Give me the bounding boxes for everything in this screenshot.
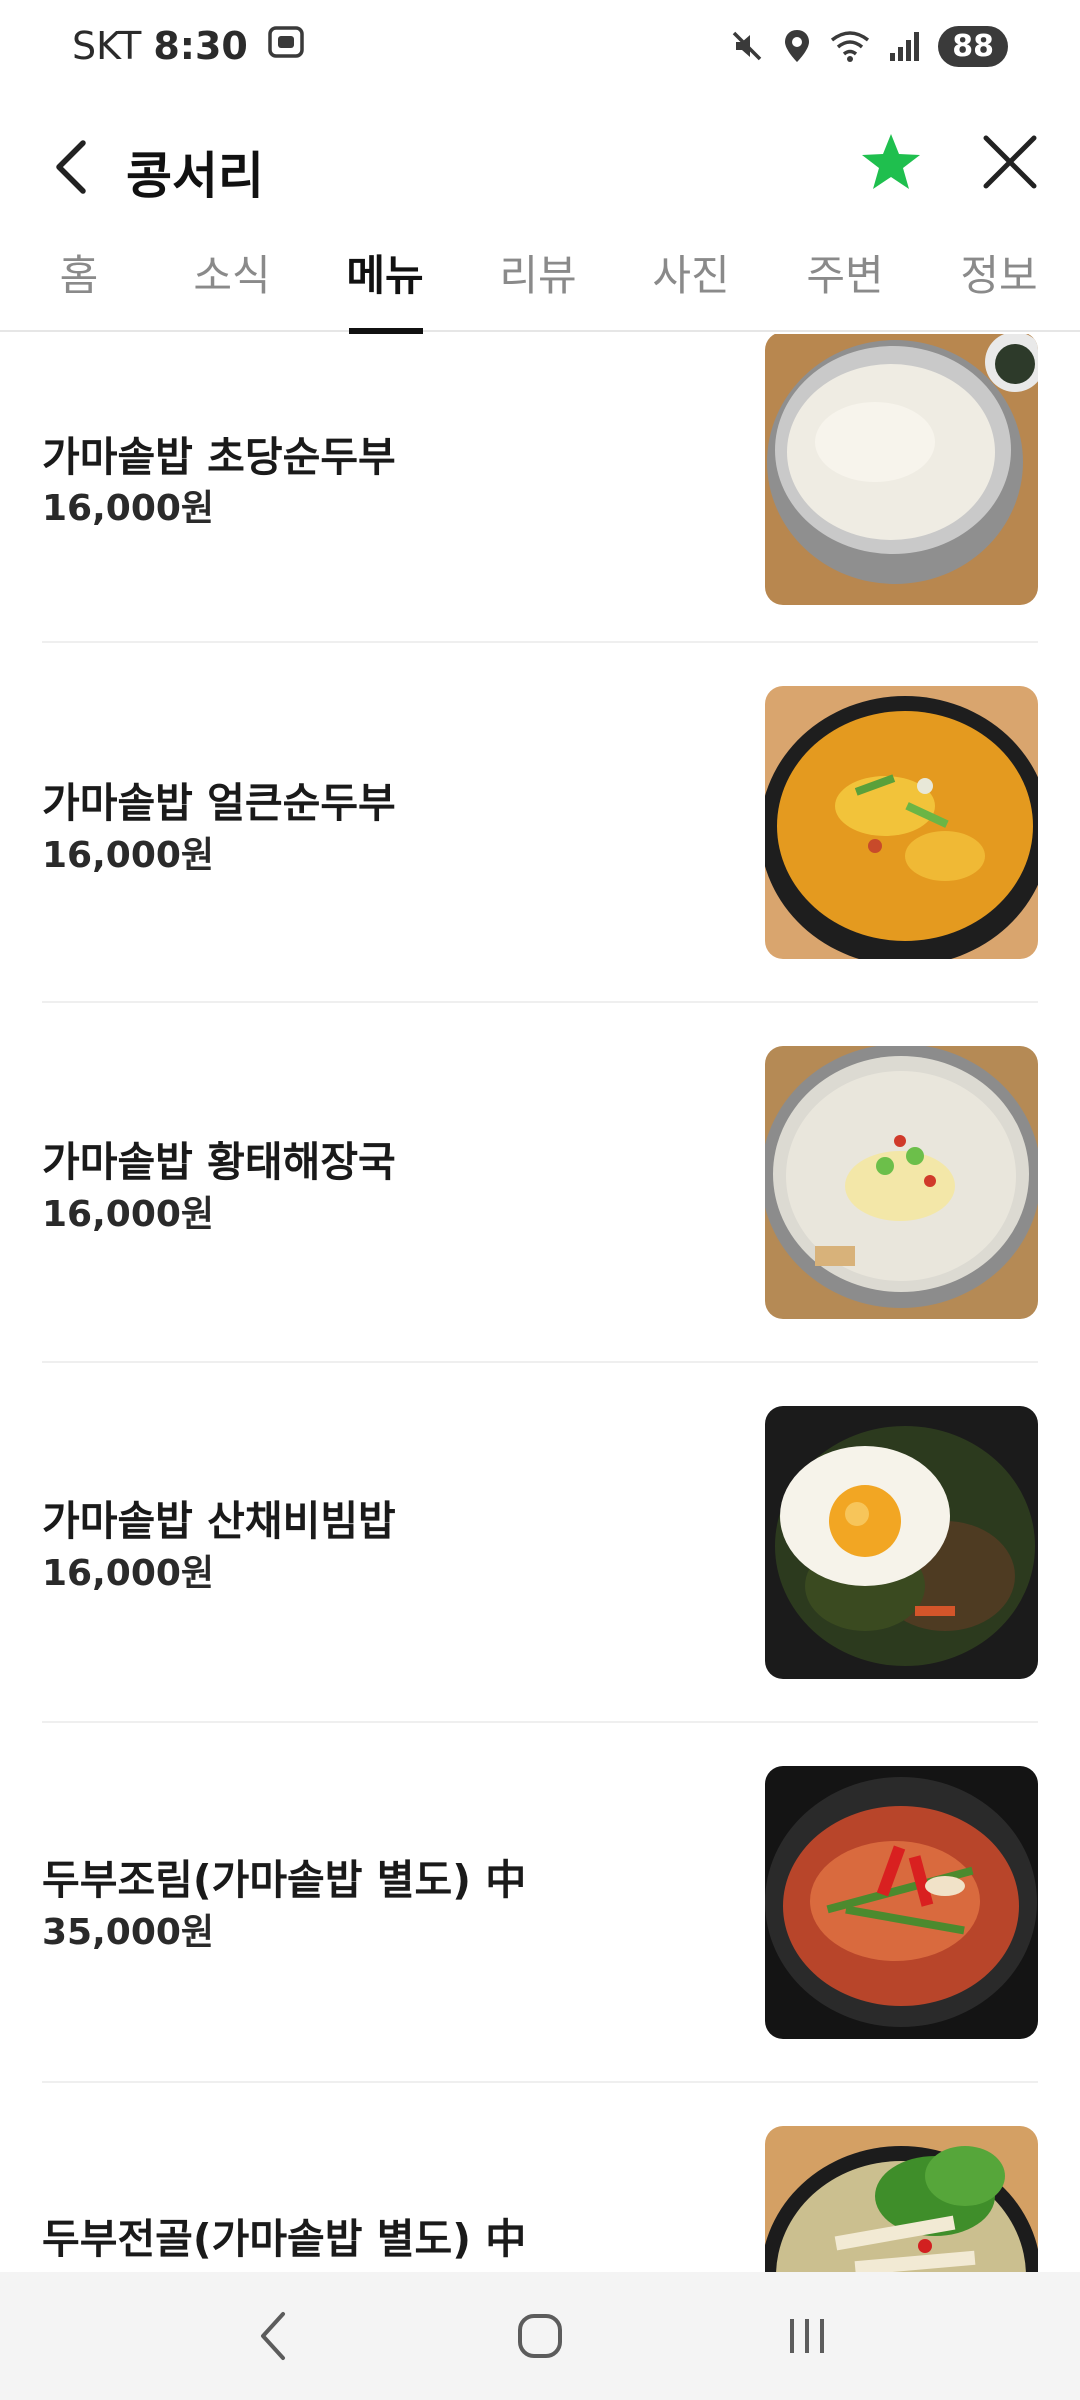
favorite-button[interactable] xyxy=(856,112,926,212)
menu-item-name: 가마솥밥 얼큰순두부 xyxy=(42,779,396,827)
menu-list: 가마솥밥 초당순두부 16,000원 가마솥밥 얼큰순두부 16,000원 가마… xyxy=(0,334,1080,2272)
tab-menu[interactable]: 메뉴 xyxy=(310,230,460,334)
tab-home[interactable]: 홈 xyxy=(4,230,154,332)
tab-info[interactable]: 정보 xyxy=(924,230,1074,332)
back-button[interactable] xyxy=(36,132,106,202)
mute-icon xyxy=(733,31,762,61)
menu-item[interactable]: 가마솥밥 초당순두부 16,000원 xyxy=(42,334,1038,643)
tab-label: 주변 xyxy=(806,251,884,300)
menu-item-name: 가마솥밥 초당순두부 xyxy=(42,433,396,481)
tab-label: 리뷰 xyxy=(499,251,577,300)
menu-item-photo[interactable] xyxy=(765,1046,1038,1319)
battery-badge: 88 xyxy=(938,25,1008,67)
menu-item-name: 두부전골(가마솥밥 별도) 中 xyxy=(42,2215,527,2263)
nav-recents-icon xyxy=(789,2319,824,2353)
menu-item-name: 가마솥밥 산채비빔밥 xyxy=(42,1497,396,1545)
signal-icon xyxy=(890,32,920,61)
menu-item-price: 16,000원 xyxy=(42,1194,215,1235)
nav-home-icon xyxy=(517,2314,562,2358)
tab-label: 사진 xyxy=(652,251,730,300)
menu-item[interactable]: 가마솥밥 황태해장국 16,000원 xyxy=(42,1004,1038,1363)
tab-label: 홈 xyxy=(59,251,99,300)
close-button[interactable] xyxy=(972,112,1048,212)
menu-item-photo[interactable] xyxy=(765,2126,1038,2272)
app-header: 콩서리 xyxy=(0,92,1080,242)
menu-item-price: 16,000원 xyxy=(42,835,215,876)
tab-bar: 홈 소식 메뉴 리뷰 사진 주변 정보 xyxy=(0,230,1080,334)
tab-news[interactable]: 소식 xyxy=(157,230,307,332)
screen-record-icon xyxy=(266,22,306,71)
tab-label: 소식 xyxy=(193,251,271,300)
menu-item-name: 가마솥밥 황태해장국 xyxy=(42,1138,396,1186)
nav-back-icon xyxy=(261,2312,286,2360)
tab-reviews[interactable]: 리뷰 xyxy=(463,230,613,332)
menu-item-photo[interactable] xyxy=(765,1406,1038,1679)
tab-label: 메뉴 xyxy=(346,251,424,300)
location-icon xyxy=(785,30,810,62)
clock: 8:30 xyxy=(153,24,248,68)
tab-photos[interactable]: 사진 xyxy=(616,230,766,332)
menu-item-photo[interactable] xyxy=(765,686,1038,959)
menu-item-name: 두부조림(가마솥밥 별도) 中 xyxy=(42,1856,527,1904)
system-nav-bar xyxy=(0,2272,1080,2400)
carrier-label: SKT xyxy=(72,24,142,68)
wifi-icon xyxy=(831,31,870,62)
menu-item[interactable]: 가마솥밥 얼큰순두부 16,000원 xyxy=(42,644,1038,1003)
close-icon xyxy=(983,135,1037,189)
nav-back-button[interactable] xyxy=(228,2291,318,2381)
status-right: 88 xyxy=(712,25,1008,67)
menu-item-price: 16,000원 xyxy=(42,1553,215,1594)
menu-item[interactable]: 두부전골(가마솥밥 별도) 中 xyxy=(42,2084,1038,2272)
menu-item-price: 35,000원 xyxy=(42,1912,215,1953)
star-icon xyxy=(862,134,920,189)
menu-item-photo[interactable] xyxy=(765,334,1038,605)
tab-nearby[interactable]: 주변 xyxy=(770,230,920,332)
status-left: SKT 8:30 xyxy=(72,22,306,71)
tab-label: 정보 xyxy=(960,251,1038,300)
chevron-left-icon xyxy=(56,140,86,194)
page-title: 콩서리 xyxy=(126,147,264,205)
menu-item[interactable]: 가마솥밥 산채비빔밥 16,000원 xyxy=(42,1364,1038,1723)
menu-item-photo[interactable] xyxy=(765,1766,1038,2039)
menu-item[interactable]: 두부조림(가마솥밥 별도) 中 35,000원 xyxy=(42,1724,1038,2083)
menu-item-price: 16,000원 xyxy=(42,488,215,529)
status-bar: SKT 8:30 88 xyxy=(0,0,1080,92)
nav-home-button[interactable] xyxy=(495,2291,585,2381)
nav-recents-button[interactable] xyxy=(762,2291,852,2381)
